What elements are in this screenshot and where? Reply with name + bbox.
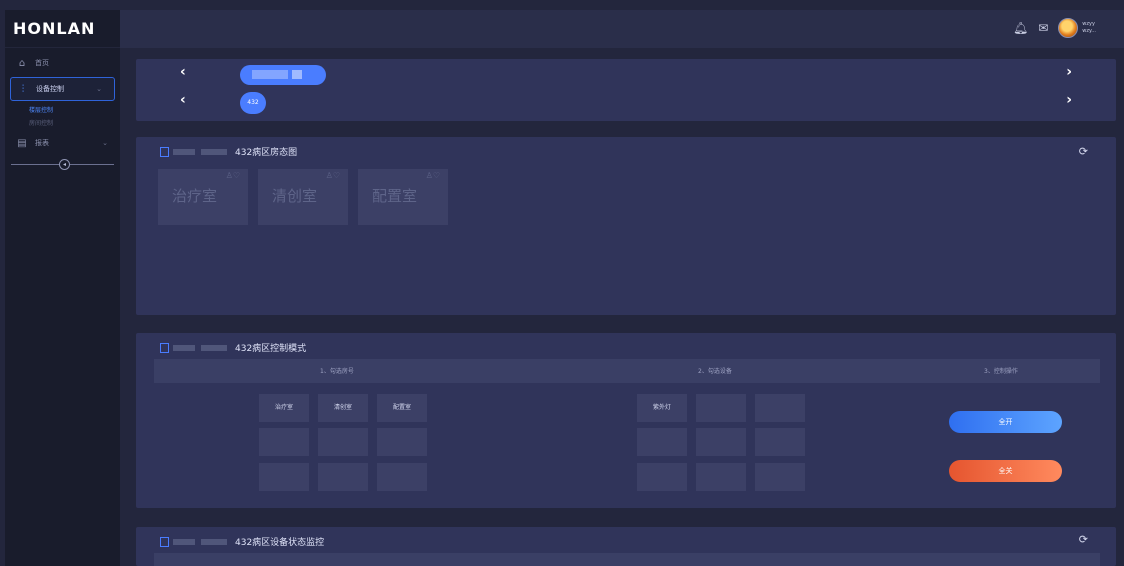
panel-title-text: 432病区房态图: [235, 148, 298, 158]
tab-label-redacted: [292, 70, 302, 79]
all-on-button[interactable]: 全开: [949, 411, 1062, 433]
device-check-empty[interactable]: [696, 463, 746, 491]
device-check-empty[interactable]: [696, 428, 746, 456]
panel-title-icon: [160, 146, 169, 157]
brand-logo: HONLAN: [5, 10, 120, 48]
home-icon: ⌂: [18, 57, 26, 69]
sidebar-item-label: 设备控制: [36, 85, 64, 93]
device-check-option[interactable]: 紫外灯: [637, 394, 687, 422]
room-check-empty[interactable]: [377, 428, 427, 456]
ward-tab-selected[interactable]: 432: [240, 92, 266, 114]
panel-title-text: 432病区控制模式: [235, 344, 307, 354]
step-label: 2、勾选设备: [698, 368, 732, 375]
person-bulb-icon: ♙♡: [325, 171, 340, 180]
room-card[interactable]: ♙♡ 配置室: [358, 169, 448, 225]
room-check-option[interactable]: 清创室: [318, 394, 368, 422]
refresh-icon[interactable]: ⟳: [1079, 145, 1088, 158]
user-name-line2: wzy...: [1082, 28, 1096, 34]
report-icon: ▤: [17, 137, 27, 149]
device-check-empty[interactable]: [755, 394, 805, 422]
sidebar-item-label: 报表: [35, 139, 49, 147]
control-mode-panel: 432病区控制模式 1、勾选房号 2、勾选设备 3、控制操作 治疗室 清创室 配…: [136, 333, 1116, 508]
device-check-empty[interactable]: [637, 463, 687, 491]
room-check-empty[interactable]: [377, 463, 427, 491]
title-redacted: [173, 344, 195, 351]
header-actions: 🔔︎ ✉︎ wzyy wzy...: [1013, 18, 1096, 38]
room-check-empty[interactable]: [318, 463, 368, 491]
device-check-empty[interactable]: [637, 428, 687, 456]
sidebar-subitem-room-control[interactable]: 房间控制: [5, 117, 120, 130]
sliders-icon: ⫶: [21, 83, 25, 95]
person-bulb-icon: ♙♡: [425, 171, 440, 180]
monitor-table-header: [154, 553, 1100, 566]
room-name: 配置室: [372, 187, 418, 205]
sidebar-item-device-control[interactable]: ⫶ 设备控制 ⌄: [10, 77, 115, 101]
room-card[interactable]: ♙♡ 清创室: [258, 169, 348, 225]
panel-title-icon: [160, 342, 169, 353]
room-status-panel: 432病区房态图 ⟳ ♙♡ 治疗室 ♙♡ 清创室 ♙♡ 配置室: [136, 137, 1116, 315]
all-off-button[interactable]: 全关: [949, 460, 1062, 482]
message-icon[interactable]: ✉︎: [1038, 21, 1048, 35]
device-check-empty[interactable]: [696, 394, 746, 422]
device-check-empty[interactable]: [755, 463, 805, 491]
user-name-line1: wzyy: [1082, 21, 1095, 27]
next-ward-arrow[interactable]: ›: [1066, 92, 1072, 108]
sidebar-item-home[interactable]: ⌂ 首页: [5, 52, 120, 74]
chevron-down-icon: ⌄: [96, 85, 102, 93]
title-redacted: [201, 148, 227, 155]
sidebar-item-label: 首页: [35, 59, 49, 67]
person-bulb-icon: ♙♡: [225, 171, 240, 180]
sidebar-item-report[interactable]: ▤ 报表 ⌄: [5, 132, 120, 154]
prev-ward-arrow[interactable]: ‹: [180, 92, 186, 108]
title-redacted: [201, 344, 227, 351]
app-root: HONLAN ⌂ 首页 ⫶ 设备控制 ⌄ 楼层控制 房间控制 ▤ 报表 ⌄ ◂ …: [0, 0, 1124, 566]
room-check-empty[interactable]: [318, 428, 368, 456]
tab-label-redacted: [252, 70, 288, 79]
building-tab-selected[interactable]: [240, 65, 326, 85]
room-name: 治疗室: [172, 187, 218, 205]
title-redacted: [201, 538, 227, 545]
panel-title: 432病区房态图: [160, 145, 297, 158]
user-name[interactable]: wzyy wzy...: [1082, 21, 1096, 35]
refresh-icon[interactable]: ⟳: [1079, 533, 1088, 546]
sidebar-subitem-floor-control[interactable]: 楼层控制: [5, 104, 120, 117]
room-name: 清创室: [272, 187, 318, 205]
panel-title: 432病区设备状态监控: [160, 535, 324, 548]
room-check-empty[interactable]: [259, 428, 309, 456]
avatar[interactable]: [1058, 18, 1079, 38]
next-building-arrow[interactable]: ›: [1066, 64, 1072, 80]
title-redacted: [173, 148, 195, 155]
room-check-empty[interactable]: [259, 463, 309, 491]
chevron-down-icon: ⌄: [102, 139, 108, 147]
room-check-option[interactable]: 配置室: [377, 394, 427, 422]
title-redacted: [173, 538, 195, 545]
device-monitor-panel: 432病区设备状态监控 ⟳: [136, 527, 1116, 566]
device-check-empty[interactable]: [755, 428, 805, 456]
panel-title: 432病区控制模式: [160, 341, 306, 354]
top-header: 🔔︎ ✉︎ wzyy wzy...: [120, 10, 1124, 48]
step-label: 3、控制操作: [984, 368, 1018, 375]
ward-selector-panel: ‹ › ‹ 432 ›: [136, 59, 1116, 121]
sidebar: HONLAN ⌂ 首页 ⫶ 设备控制 ⌄ 楼层控制 房间控制 ▤ 报表 ⌄ ◂: [5, 10, 120, 566]
step-header: 1、勾选房号 2、勾选设备 3、控制操作: [154, 359, 1100, 383]
panel-title-text: 432病区设备状态监控: [235, 538, 325, 548]
bell-icon[interactable]: 🔔︎: [1013, 21, 1028, 35]
panel-title-icon: [160, 536, 169, 547]
room-card[interactable]: ♙♡ 治疗室: [158, 169, 248, 225]
sidebar-collapse-slider[interactable]: ◂: [11, 156, 114, 172]
step-label: 1、勾选房号: [320, 368, 354, 375]
room-check-option[interactable]: 治疗室: [259, 394, 309, 422]
collapse-knob[interactable]: ◂: [59, 159, 70, 170]
prev-building-arrow[interactable]: ‹: [180, 64, 186, 80]
